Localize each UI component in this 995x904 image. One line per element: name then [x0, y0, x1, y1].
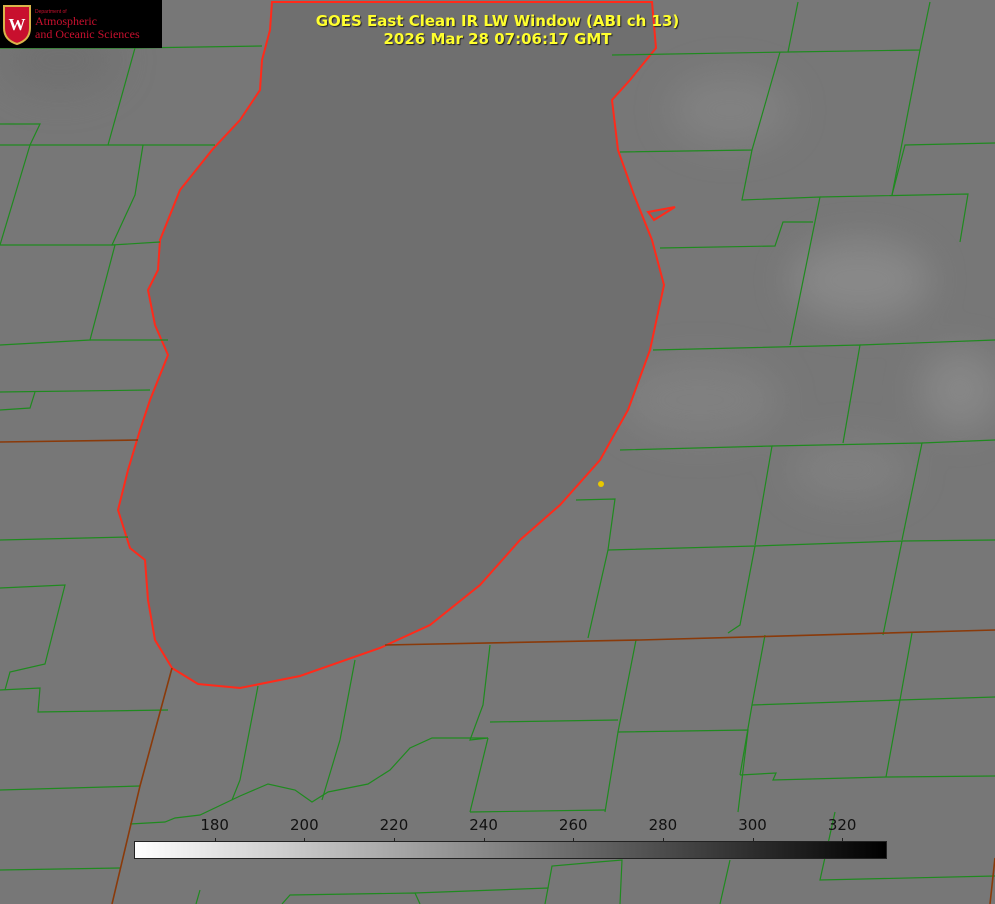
- satellite-image-viewer: W Department of Atmospheric and Oceanic …: [0, 0, 995, 904]
- colorbar-tick-label: 320: [827, 816, 857, 834]
- image-timestamp: 2026 Mar 28 07:06:17 GMT: [383, 30, 612, 48]
- ir-satellite-map: [0, 0, 995, 904]
- image-title: GOES East Clean IR LW Window (ABI ch 13): [315, 12, 680, 30]
- colorbar-tick-label: 240: [469, 816, 498, 834]
- location-marker: [598, 481, 604, 487]
- colorbar-tick-label: 220: [379, 816, 409, 834]
- colorbar: [134, 841, 887, 859]
- colorbar-tick-label: 260: [558, 816, 588, 834]
- colorbar-tick-label: 180: [200, 816, 229, 834]
- colorbar-tick-label: 200: [289, 816, 319, 834]
- colorbar-tick-label: 280: [648, 816, 678, 834]
- colorbar-tick-label: 300: [738, 816, 767, 834]
